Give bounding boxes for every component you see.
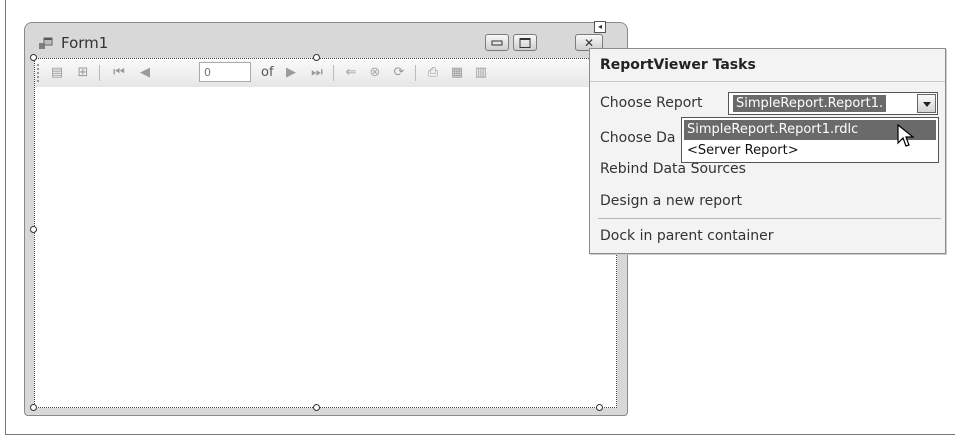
choose-report-label: Choose Report — [600, 95, 703, 111]
print-icon[interactable]: ⎙ — [425, 65, 441, 81]
parameters-icon[interactable]: ▤ — [49, 65, 65, 81]
form-window: Form1 ✕ ▤ ⊞ ⏮ ◀ of ▶ ⏭ ⇐ ⊗ ⟳ ⎙ — [24, 21, 628, 416]
toolbar-grip[interactable] — [37, 64, 39, 82]
resize-handle[interactable] — [30, 226, 37, 233]
report-toolbar: ▤ ⊞ ⏮ ◀ of ▶ ⏭ ⇐ ⊗ ⟳ ⎙ ▦ ▥ — [35, 59, 616, 87]
refresh-icon[interactable]: ⟳ — [391, 65, 407, 81]
toolbar-separator — [99, 65, 100, 81]
resize-handle[interactable] — [313, 54, 320, 61]
tasks-header: ReportViewer Tasks — [600, 57, 756, 73]
toolbar-separator — [333, 65, 334, 81]
choose-report-combobox[interactable]: SimpleReport.Report1. — [728, 92, 938, 115]
title-bar: Form1 ✕ — [25, 23, 627, 59]
next-page-icon[interactable]: ▶ — [283, 65, 299, 81]
combobox-value: SimpleReport.Report1. — [733, 95, 887, 112]
first-page-icon[interactable]: ⏮ — [111, 65, 127, 81]
last-page-icon[interactable]: ⏭ — [309, 65, 325, 81]
form-title: Form1 — [61, 34, 109, 52]
divider — [598, 218, 941, 219]
mouse-cursor-icon — [897, 124, 915, 147]
page-number-input[interactable] — [199, 62, 251, 82]
rebind-data-sources-link[interactable]: Rebind Data Sources — [600, 161, 746, 177]
resize-handle[interactable] — [596, 404, 603, 411]
maximize-icon — [519, 37, 531, 48]
print-layout-icon[interactable]: ▦ — [449, 65, 465, 81]
of-label: of — [261, 65, 274, 80]
chevron-down-icon[interactable] — [917, 94, 936, 113]
maximize-button[interactable] — [513, 34, 537, 51]
stop-icon[interactable]: ⊗ — [367, 65, 383, 81]
dock-in-parent-link[interactable]: Dock in parent container — [600, 228, 774, 244]
form-icon — [39, 37, 53, 49]
back-icon[interactable]: ⇐ — [343, 65, 359, 81]
divider — [590, 81, 945, 82]
minimize-icon — [491, 40, 503, 45]
page-setup-icon[interactable]: ▥ — [473, 65, 489, 81]
resize-handle[interactable] — [30, 404, 37, 411]
design-new-report-link[interactable]: Design a new report — [600, 193, 742, 209]
smart-tag-icon[interactable]: ◂ — [594, 21, 606, 33]
document-map-icon[interactable]: ⊞ — [75, 65, 91, 81]
toolbar-separator — [415, 65, 416, 81]
resize-handle[interactable] — [313, 404, 320, 411]
previous-page-icon[interactable]: ◀ — [137, 65, 153, 81]
report-viewer-control[interactable]: ▤ ⊞ ⏮ ◀ of ▶ ⏭ ⇐ ⊗ ⟳ ⎙ ▦ ▥ ▼ — [34, 58, 617, 408]
choose-data-sources-link[interactable]: Choose Da — [600, 130, 676, 146]
close-icon: ✕ — [583, 35, 595, 50]
resize-handle[interactable] — [30, 54, 37, 61]
minimize-button[interactable] — [485, 34, 509, 51]
